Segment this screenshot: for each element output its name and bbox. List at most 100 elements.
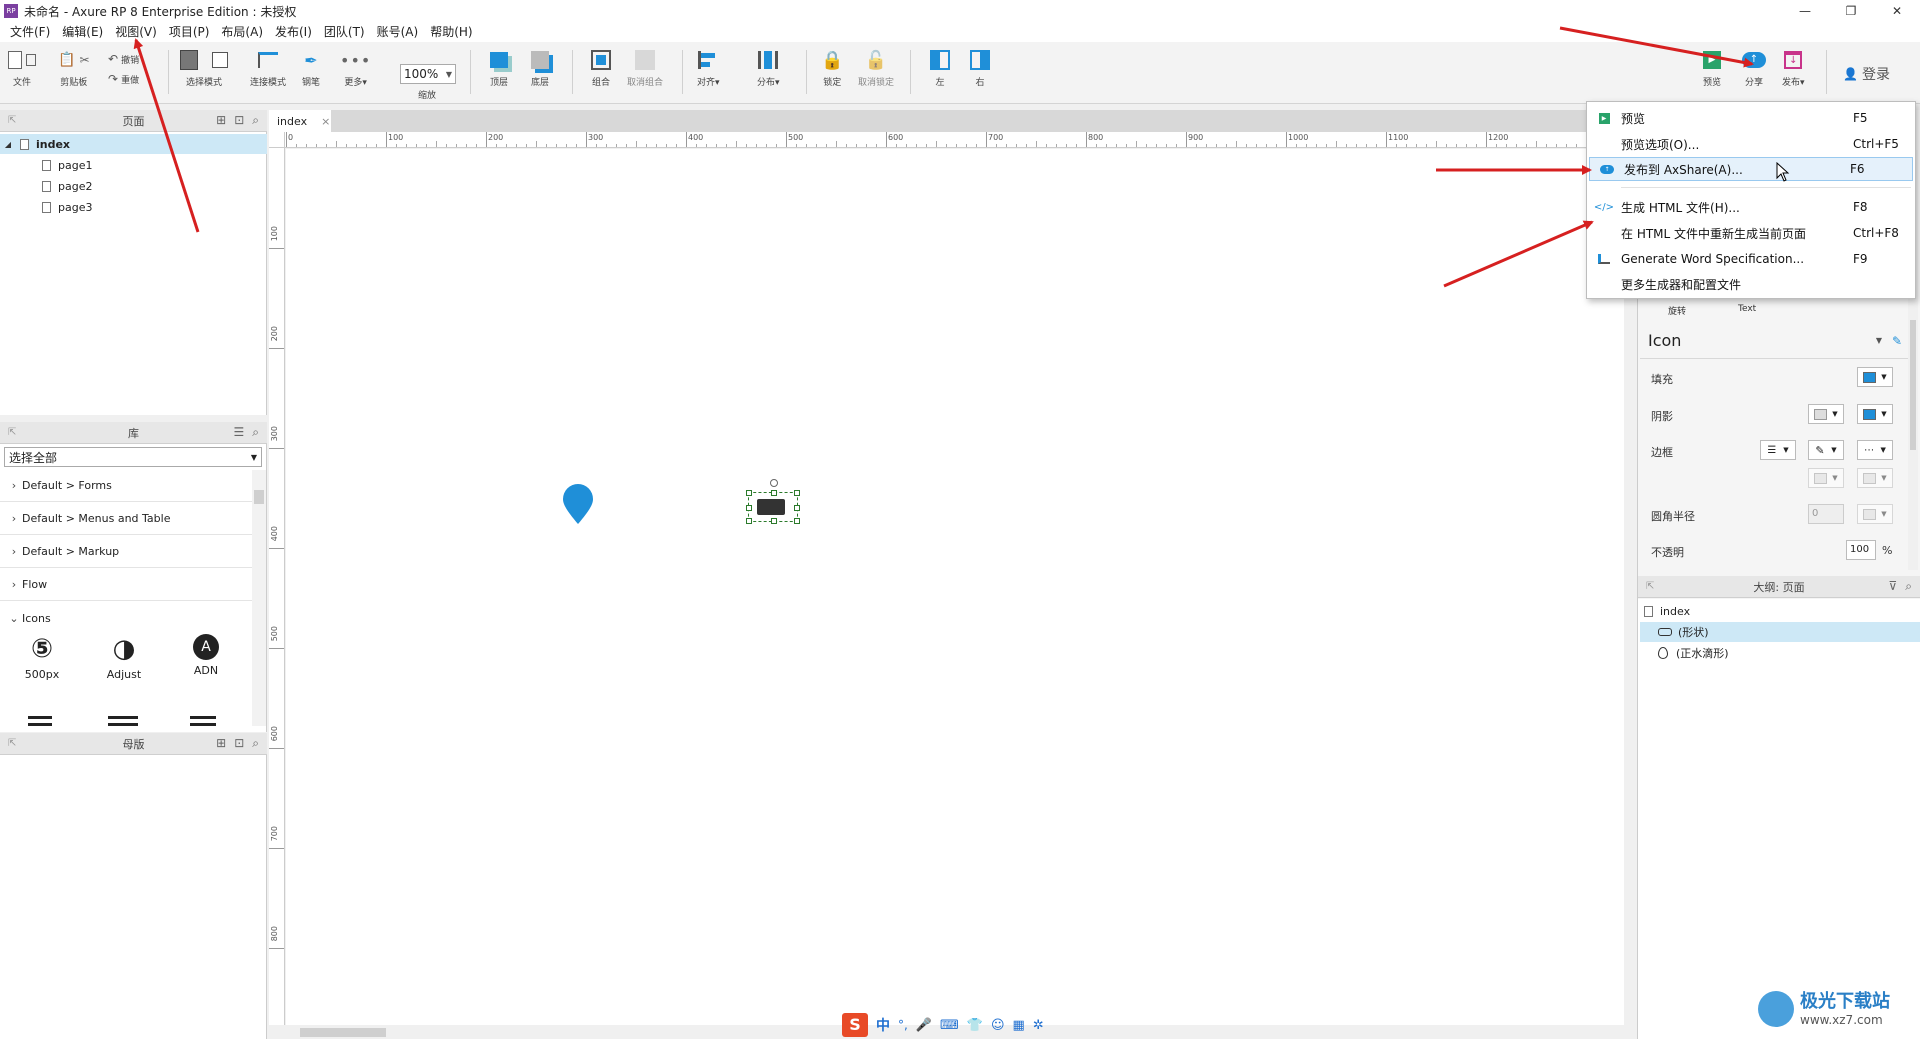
maximize-button[interactable]: ❐ <box>1828 0 1874 22</box>
menu-item-regenerate-page[interactable]: 在 HTML 文件中重新生成当前页面 Ctrl+F8 <box>1587 221 1915 245</box>
outer-shadow-picker[interactable]: ▼ <box>1808 404 1844 424</box>
search-icon[interactable]: ⌕ <box>252 736 259 751</box>
border-color-picker[interactable]: ✎ ▼ <box>1808 440 1844 460</box>
outline-item-index[interactable]: index <box>1644 601 1914 621</box>
border-style-picker[interactable]: ⋯ ▼ <box>1857 440 1893 460</box>
add-folder-icon[interactable]: ⊡ <box>234 736 244 751</box>
close-button[interactable]: ✕ <box>1874 0 1920 22</box>
ruler-label: 1200 <box>1488 133 1509 142</box>
add-page-icon[interactable]: ⊞ <box>216 113 226 128</box>
page-item-page3[interactable]: page3 <box>0 197 267 217</box>
menu-edit[interactable]: 编辑(E) <box>56 22 109 42</box>
search-icon[interactable]: ⌕ <box>252 425 259 440</box>
outline-item-shape[interactable]: (形状) <box>1640 622 1920 642</box>
search-icon[interactable]: ⌕ <box>252 113 259 128</box>
emoji-icon[interactable]: ☺ <box>991 1018 1005 1033</box>
search-icon[interactable]: ⌕ <box>1905 579 1912 594</box>
pin-icon[interactable]: ⇱ <box>1646 581 1654 592</box>
login-button[interactable]: 👤 登录 <box>1843 64 1890 84</box>
icon-widget-adn[interactable]: A ADN <box>180 634 232 690</box>
rotate-handle-icon[interactable] <box>770 479 778 487</box>
ruler-tick <box>286 132 287 147</box>
menu-publish[interactable]: 发布(I) <box>269 22 318 42</box>
menu-item-word-spec[interactable]: Generate Word Specification... F9 <box>1587 247 1915 271</box>
menu-help[interactable]: 帮助(H) <box>424 22 478 42</box>
fill-color-picker[interactable]: ▼ <box>1857 367 1893 387</box>
filter-icon[interactable]: ⊽ <box>1888 579 1897 594</box>
align-justify-icon[interactable] <box>108 716 138 726</box>
water-drop-shape[interactable] <box>561 482 595 526</box>
right-panel-toggle[interactable]: 右 <box>970 48 990 88</box>
page-item-index[interactable]: ◢ index <box>0 134 267 154</box>
bring-to-top-button[interactable]: 顶层 <box>490 48 508 88</box>
send-to-bottom-button[interactable]: 底层 <box>531 48 549 88</box>
library-scrollbar[interactable] <box>252 470 266 726</box>
close-tab-icon[interactable]: × <box>321 115 330 128</box>
preview-button[interactable]: ▶ 预览 <box>1703 48 1721 88</box>
keyboard-icon[interactable]: ⌨ <box>940 1018 959 1033</box>
shadow-color-picker[interactable]: ▼ <box>1857 404 1893 424</box>
menu-item-preview-options[interactable]: 预览选项(O)... Ctrl+F5 <box>1587 132 1915 156</box>
pin-icon[interactable]: ⇱ <box>8 115 16 126</box>
add-folder-icon[interactable]: ⊡ <box>234 113 244 128</box>
share-button[interactable]: ↑ 分享 <box>1742 48 1766 88</box>
distribute-button[interactable]: 分布▾ <box>757 48 780 88</box>
menu-item-preview[interactable]: ▶ 预览 F5 <box>1587 106 1915 130</box>
menu-file[interactable]: 文件(F) <box>4 22 56 42</box>
tab-index[interactable]: index × <box>269 110 331 132</box>
minimize-button[interactable]: — <box>1782 0 1828 22</box>
sogou-logo-icon[interactable]: S <box>842 1013 868 1037</box>
radius-input[interactable]: 0 <box>1808 504 1844 524</box>
radius-corners-picker[interactable]: ▼ <box>1857 504 1893 524</box>
ungroup-button[interactable]: 取消组合 <box>627 48 663 88</box>
align-right-icon[interactable] <box>190 716 216 726</box>
toolbox-icon[interactable]: ▦ <box>1013 1018 1025 1033</box>
selected-shape[interactable] <box>746 479 800 524</box>
left-panel-toggle[interactable]: 左 <box>930 48 950 88</box>
publish-button[interactable]: ↓ 发布▾ <box>1782 48 1805 88</box>
menu-view[interactable]: 视图(V) <box>109 22 163 42</box>
design-canvas[interactable] <box>286 149 1624 1025</box>
library-select[interactable]: 选择全部 ▼ <box>4 447 262 467</box>
icon-widget-adjust[interactable]: ◑ Adjust <box>98 634 150 690</box>
border-width-picker[interactable]: ☰ ▼ <box>1760 440 1796 460</box>
opacity-input[interactable]: 100 <box>1846 540 1876 560</box>
outline-item-drop[interactable]: (正水滴形) <box>1640 643 1920 663</box>
pin-icon[interactable]: ⇱ <box>8 427 16 438</box>
icon-widget-500px[interactable]: ⑤ 500px <box>16 634 68 690</box>
align-center-icon[interactable] <box>28 716 52 726</box>
library-group-forms[interactable]: › Default > Forms <box>0 470 252 502</box>
add-master-icon[interactable]: ⊞ <box>216 736 226 751</box>
library-group-menus[interactable]: › Default > Menus and Table <box>0 503 252 535</box>
library-group-flow[interactable]: › Flow <box>0 569 252 601</box>
microphone-icon[interactable]: 🎤 <box>916 1018 932 1033</box>
unlock-button[interactable]: 🔓 取消锁定 <box>858 48 894 89</box>
menu-team[interactable]: 团队(T) <box>318 22 371 42</box>
menu-account[interactable]: 账号(A) <box>371 22 425 42</box>
ruler-tick <box>886 132 887 147</box>
library-group-icons[interactable]: ⌄ Icons <box>0 602 252 634</box>
style-select[interactable]: Icon ▼ ✎ <box>1640 323 1908 359</box>
menu-item-generate-html[interactable]: </> 生成 HTML 文件(H)... F8 <box>1587 195 1915 219</box>
align-button[interactable]: 对齐▾ <box>697 48 720 88</box>
group-button[interactable]: 组合 <box>591 48 611 88</box>
fill-label: 填充 <box>1651 373 1673 386</box>
arrow-style-picker[interactable]: ▼ <box>1857 468 1893 488</box>
collapse-icon[interactable]: ◢ <box>0 140 16 149</box>
settings-icon[interactable]: ✲ <box>1033 1018 1044 1033</box>
edit-style-icon[interactable]: ✎ <box>1892 334 1902 348</box>
pin-icon[interactable]: ⇱ <box>8 738 16 749</box>
page-item-page1[interactable]: page1 <box>0 155 267 175</box>
lock-button[interactable]: 🔒 锁定 <box>821 48 843 89</box>
library-group-markup[interactable]: › Default > Markup <box>0 536 252 568</box>
ime-lang[interactable]: 中 <box>876 1015 890 1035</box>
skin-icon[interactable]: 👕 <box>967 1018 983 1033</box>
menu-layout[interactable]: 布局(A) <box>215 22 269 42</box>
border-visibility-picker[interactable]: ▼ <box>1808 468 1844 488</box>
menu-item-more-generators[interactable]: 更多生成器和配置文件 <box>1587 272 1915 296</box>
menu-item-publish-axshare[interactable]: ↑ 发布到 AxShare(A)... F6 <box>1589 157 1913 181</box>
page-item-page2[interactable]: page2 <box>0 176 267 196</box>
ime-punct[interactable]: °, <box>898 1018 908 1032</box>
menu-project[interactable]: 项目(P) <box>163 22 216 42</box>
menu-icon[interactable]: ☰ <box>234 425 245 440</box>
